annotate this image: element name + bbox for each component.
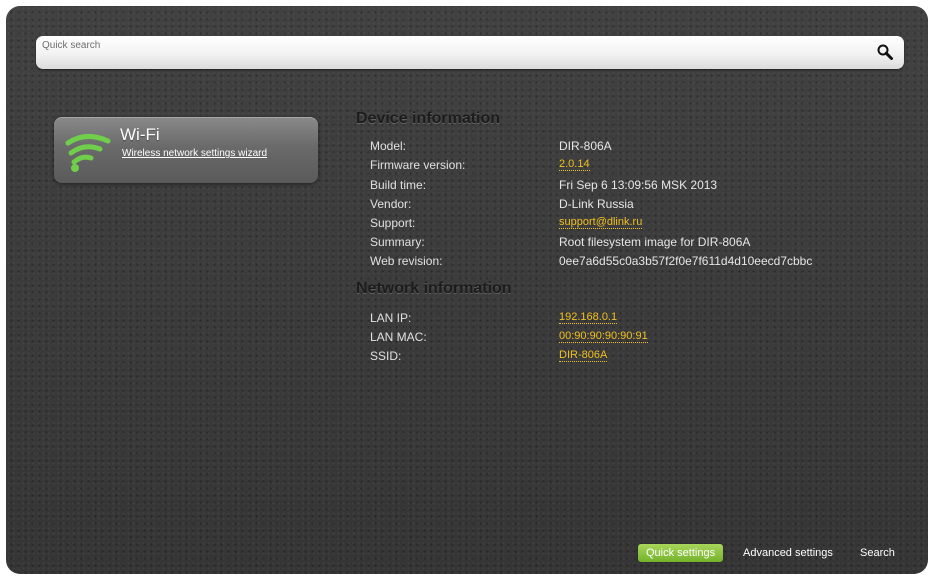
info-label: Summary: xyxy=(370,235,425,249)
wifi-card-title: Wi-Fi xyxy=(120,125,160,144)
main-frame: Wi-Fi Wireless network settings wizard D… xyxy=(6,6,928,574)
info-row-build-time: Build time: Fri Sep 6 13:09:56 MSK 2013 xyxy=(370,178,890,196)
info-label: Support: xyxy=(370,216,416,230)
info-label: SSID: xyxy=(370,349,402,363)
info-row-web-revision: Web revision: 0ee7a6d55c0a3b57f2f0e7f611… xyxy=(370,254,890,272)
lan-ip-link[interactable]: 192.168.0.1 xyxy=(559,311,618,324)
info-label: LAN MAC: xyxy=(370,330,427,344)
info-row-support: Support: support@dlink.ru xyxy=(370,216,890,234)
quick-search-bar xyxy=(36,36,904,69)
info-label: LAN IP: xyxy=(370,311,412,325)
info-label: Model: xyxy=(370,139,407,153)
info-label: Firmware version: xyxy=(370,158,466,172)
ssid-link[interactable]: DIR-806A xyxy=(559,349,608,362)
firmware-version-link[interactable]: 2.0.14 xyxy=(559,158,590,171)
quick-settings-button[interactable]: Quick settings xyxy=(638,544,724,562)
quick-search-input[interactable] xyxy=(36,36,856,69)
info-value: Fri Sep 6 13:09:56 MSK 2013 xyxy=(559,178,718,192)
info-row-ssid: SSID: DIR-806A xyxy=(370,349,890,367)
info-label: Build time: xyxy=(370,178,427,192)
lan-mac-link[interactable]: 00:90:90:90:90:91 xyxy=(559,330,648,343)
info-row-summary: Summary: Root filesystem image for DIR-8… xyxy=(370,235,890,253)
wireless-wizard-link[interactable]: Wireless network settings wizard xyxy=(122,148,267,159)
info-row-firmware: Firmware version: 2.0.14 xyxy=(370,158,890,176)
info-value: Root filesystem image for DIR-806A xyxy=(559,235,751,249)
info-row-model: Model: DIR-806A xyxy=(370,139,890,157)
info-row-vendor: Vendor: D-Link Russia xyxy=(370,197,890,215)
advanced-settings-button[interactable]: Advanced settings xyxy=(743,544,833,562)
search-icon[interactable] xyxy=(876,43,894,61)
info-value: DIR-806A xyxy=(559,139,612,153)
info-value: 0ee7a6d55c0a3b57f2f0e7f611d4d10eecd7cbbc xyxy=(559,254,813,268)
search-button[interactable]: Search xyxy=(860,544,895,562)
network-info-title: Network information xyxy=(356,280,512,297)
info-label: Vendor: xyxy=(370,197,412,211)
wifi-card[interactable]: Wi-Fi Wireless network settings wizard xyxy=(54,117,318,183)
info-row-lan-ip: LAN IP: 192.168.0.1 xyxy=(370,311,890,329)
info-value: D-Link Russia xyxy=(559,197,634,211)
info-row-lan-mac: LAN MAC: 00:90:90:90:90:91 xyxy=(370,330,890,348)
info-label: Web revision: xyxy=(370,254,443,268)
support-email-link[interactable]: support@dlink.ru xyxy=(559,216,643,229)
device-info-title: Device information xyxy=(356,110,501,127)
bottom-nav: Quick settings Advanced settings Search xyxy=(628,544,928,564)
wifi-icon xyxy=(64,129,112,173)
